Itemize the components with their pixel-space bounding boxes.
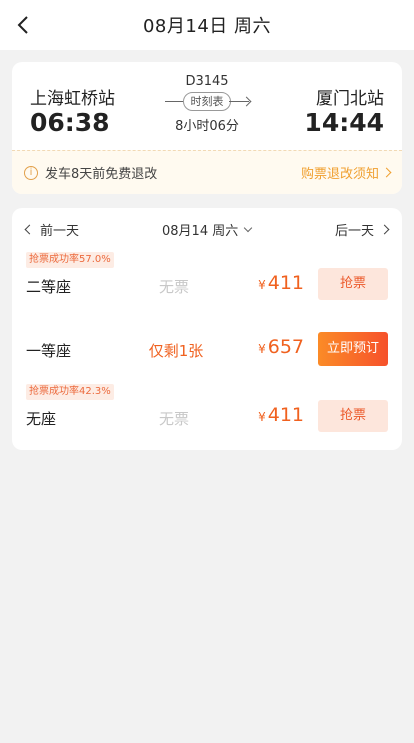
- departure-station: 上海虹桥站: [30, 89, 115, 109]
- info-icon: i: [24, 165, 38, 180]
- availability-status: 无票: [158, 278, 189, 296]
- arrival-time: 14:44: [304, 108, 384, 137]
- refund-notice-text: 发车8天前免费退改: [45, 167, 158, 182]
- train-summary: D3145 时刻表 8小时06分: [157, 74, 257, 134]
- next-day-label: 后一天: [334, 224, 374, 239]
- success-rate-badge: 抢票成功率57.0%: [26, 252, 114, 268]
- price-value: 657: [267, 336, 304, 358]
- refund-policy-link[interactable]: 购票退改须知: [300, 163, 392, 182]
- seat-row-second-class: 抢票成功率57.0% 二等座 无票 ¥411 抢票: [12, 250, 402, 310]
- chevron-left-icon: [17, 16, 28, 34]
- seat-class-name: 一等座: [26, 342, 72, 360]
- previous-day-button[interactable]: 前一天: [24, 220, 80, 239]
- arrow-right-icon: [241, 96, 252, 107]
- previous-day-label: 前一天: [40, 224, 80, 239]
- connector-line-left: [165, 101, 185, 102]
- selected-date-label: 08月14 周六: [162, 224, 239, 239]
- back-button[interactable]: [8, 10, 38, 40]
- grab-ticket-button[interactable]: 抢票: [318, 268, 388, 300]
- success-rate-badge: 抢票成功率42.3%: [26, 384, 114, 400]
- currency-symbol: ¥: [258, 278, 266, 292]
- seat-row-first-class: 一等座 仅剩1张 ¥657 立即预订: [12, 318, 402, 378]
- availability-status: 无票: [158, 410, 189, 428]
- availability-status: 仅剩1张: [148, 342, 204, 360]
- departure-time: 06:38: [30, 108, 110, 137]
- timetable-button[interactable]: 时刻表: [183, 92, 231, 111]
- seat-options-card: 前一天 08月14 周六 后一天 抢票成功率57.0% 二等座 无票 ¥411 …: [12, 208, 402, 450]
- price-value: 411: [267, 404, 304, 426]
- top-bar: 08月14日 周六: [0, 0, 414, 50]
- chevron-left-icon: [24, 224, 35, 235]
- day-navigation: 前一天 08月14 周六 后一天: [12, 208, 402, 250]
- seat-class-name: 无座: [26, 410, 57, 428]
- book-now-button[interactable]: 立即预订: [318, 332, 388, 366]
- train-number: D3145: [185, 74, 229, 89]
- chevron-down-icon: [243, 223, 253, 233]
- date-selector[interactable]: 08月14 周六: [162, 220, 253, 239]
- currency-symbol: ¥: [258, 410, 266, 424]
- price-value: 411: [267, 272, 304, 294]
- currency-symbol: ¥: [258, 342, 266, 356]
- seat-class-name: 二等座: [26, 278, 72, 296]
- timetable-connector: 时刻表: [157, 92, 257, 112]
- seat-price: ¥411: [258, 404, 304, 426]
- train-info-card: 上海虹桥站 06:38 D3145 时刻表 8小时06分 厦门北站 14:44 …: [12, 62, 402, 194]
- travel-duration: 8小时06分: [175, 119, 239, 134]
- chevron-right-icon: [381, 167, 392, 178]
- page-title: 08月14日 周六: [142, 16, 272, 37]
- seat-price: ¥657: [258, 336, 304, 358]
- seat-row-standing: 抢票成功率42.3% 无座 无票 ¥411 抢票: [12, 382, 402, 442]
- seat-price: ¥411: [258, 272, 304, 294]
- grab-ticket-button[interactable]: 抢票: [318, 400, 388, 432]
- chevron-right-icon: [379, 224, 390, 235]
- refund-policy-label: 购票退改须知: [300, 167, 379, 182]
- arrival-station: 厦门北站: [316, 89, 384, 109]
- refund-notice-bar: i 发车8天前免费退改 购票退改须知: [12, 150, 402, 194]
- next-day-button[interactable]: 后一天: [334, 220, 390, 239]
